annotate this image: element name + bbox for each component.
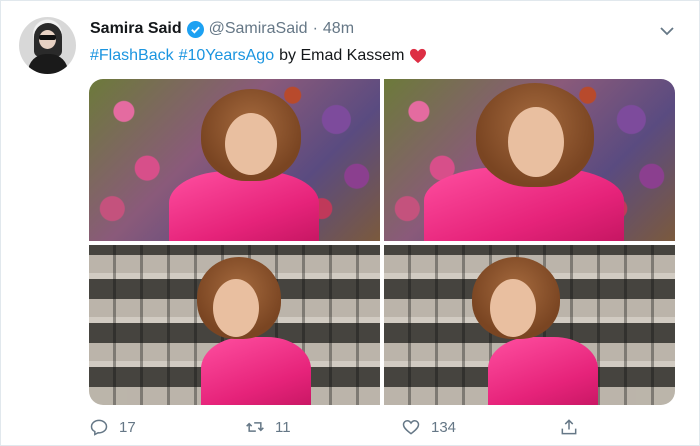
- avatar[interactable]: [19, 17, 76, 74]
- verified-badge-icon: [186, 20, 204, 38]
- hashtag-flashback[interactable]: #FlashBack: [90, 47, 174, 65]
- red-heart-emoji-icon: [410, 48, 427, 64]
- hashtag-10yearsago[interactable]: #10YearsAgo: [179, 47, 275, 65]
- retweet-button[interactable]: 11: [245, 417, 291, 437]
- chevron-down-icon[interactable]: [659, 23, 675, 39]
- photo-1[interactable]: [89, 79, 380, 241]
- tweet-actions: 17 11 134: [89, 417, 675, 443]
- photo-3[interactable]: [89, 245, 380, 405]
- tweet-card[interactable]: Samira Said @SamiraSaid · 48m #FlashBack…: [0, 0, 700, 446]
- photo-2[interactable]: [384, 79, 675, 241]
- separator: ·: [312, 20, 318, 37]
- reply-icon: [90, 419, 108, 436]
- tweet-text: #FlashBack #10YearsAgo by Emad Kassem: [90, 47, 427, 65]
- retweet-count: 11: [275, 418, 291, 436]
- media-grid: [89, 79, 675, 405]
- like-button[interactable]: 134: [401, 417, 456, 437]
- share-button[interactable]: [559, 417, 579, 437]
- reply-button[interactable]: 17: [89, 417, 136, 437]
- photo-4[interactable]: [384, 245, 675, 405]
- tweet-header: Samira Said @SamiraSaid · 48m: [90, 20, 354, 38]
- share-icon: [561, 419, 577, 435]
- tweet-body: by Emad Kassem: [279, 47, 405, 64]
- like-icon: [402, 419, 420, 435]
- retweet-icon: [246, 422, 264, 432]
- display-name[interactable]: Samira Said: [90, 20, 182, 38]
- user-handle[interactable]: @SamiraSaid: [209, 20, 308, 38]
- reply-count: 17: [119, 418, 136, 436]
- timestamp[interactable]: 48m: [323, 20, 354, 38]
- like-count: 134: [431, 418, 457, 436]
